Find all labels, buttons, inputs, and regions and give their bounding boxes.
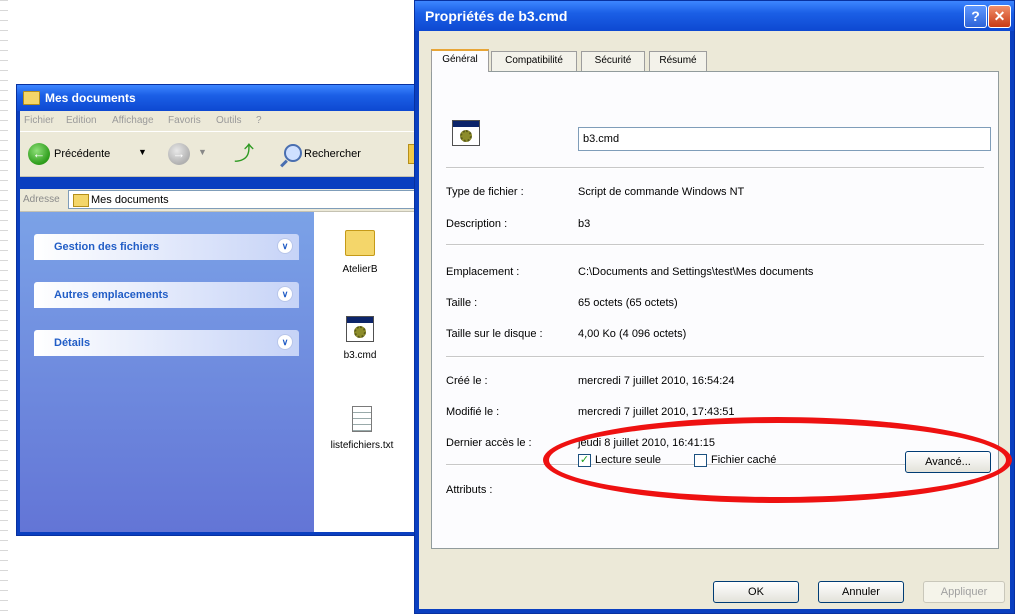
task-group-label: Détails [54,337,91,349]
created-label: Créé le : [446,375,488,387]
tab-compatibility[interactable]: Compatibilité [491,51,577,71]
cmd-file-icon [346,316,374,342]
forward-dropdown-icon[interactable]: ▼ [198,147,207,157]
properties-dialog: Propriétés de b3.cmd ? ✕ Général Compati… [414,0,1015,614]
address-value: Mes documents [91,194,169,206]
read-only-checkbox[interactable]: ✓ [578,454,591,467]
modified-label: Modifié le : [446,406,500,418]
menu-affichage[interactable]: Affichage [112,115,154,126]
explorer-title: Mes documents [45,91,136,105]
close-icon[interactable]: ✕ [988,5,1011,28]
separator [446,356,984,358]
folder-icon [23,91,40,105]
advanced-button[interactable]: Avancé... [905,451,991,473]
attributes-label: Attributs : [446,484,493,496]
description-value: b3 [578,218,591,230]
ok-button[interactable]: OK [713,581,799,603]
explorer-body: Gestion des fichiers ∨ Autres emplacemen… [20,212,435,532]
back-button-label[interactable]: Précédente [54,148,110,160]
dialog-client: Général Compatibilité Sécurité Résumé b3… [419,31,1010,609]
file-name: listefichiers.txt [330,440,394,451]
type-label: Type de fichier : [446,186,524,198]
hidden-label[interactable]: Fichier caché [711,454,776,466]
explorer-window: Mes documents Fichier Edition Affichage … [16,84,436,536]
read-only-label[interactable]: Lecture seule [595,454,661,466]
tab-panel-general: b3.cmd Type de fichier : Script de comma… [431,71,999,549]
address-field[interactable]: Mes documents [68,190,435,209]
chevron-down-icon[interactable]: ∨ [277,334,293,350]
created-value: mercredi 7 juillet 2010, 16:54:24 [578,375,735,387]
accessed-value: jeudi 8 juillet 2010, 16:41:15 [578,437,715,449]
explorer-toolbar: ← Précédente ▼ → ▼ ⤴ Rechercher [20,131,435,177]
separator [446,244,984,246]
tab-security[interactable]: Sécurité [581,51,645,71]
size-value: 65 octets (65 octets) [578,297,678,309]
folder-icon [345,230,375,256]
dialog-title-bar[interactable]: Propriétés de b3.cmd ? ✕ [415,1,1014,31]
menu-help[interactable]: ? [256,115,262,126]
menu-fichier[interactable]: Fichier [24,115,54,126]
address-label: Adresse [23,194,60,205]
apply-button[interactable]: Appliquer [923,581,1005,603]
cmd-file-icon [452,120,480,146]
file-name: AtelierB [342,264,378,275]
task-group-label: Gestion des fichiers [54,241,160,253]
modified-value: mercredi 7 juillet 2010, 17:43:51 [578,406,735,418]
tab-summary[interactable]: Résumé [649,51,707,71]
task-group-details[interactable]: Détails ∨ [34,330,299,356]
task-group-file-management[interactable]: Gestion des fichiers ∨ [34,234,299,260]
file-item-atelierb[interactable]: AtelierB [330,230,390,275]
folder-up-icon[interactable]: ⤴ [232,142,256,166]
location-label: Emplacement : [446,266,520,278]
file-name: b3.cmd [343,350,377,361]
task-group-label: Autres emplacements [54,289,169,301]
file-type-icon [452,120,480,146]
file-item-listefichiers[interactable]: listefichiers.txt [312,406,412,451]
file-name-field[interactable]: b3.cmd [578,127,991,151]
task-pane: Gestion des fichiers ∨ Autres emplacemen… [20,212,314,532]
back-dropdown-icon[interactable]: ▼ [138,147,147,157]
help-icon[interactable]: ? [964,5,987,28]
task-group-other-places[interactable]: Autres emplacements ∨ [34,282,299,308]
explorer-title-bar[interactable]: Mes documents [17,85,435,111]
back-arrow-icon[interactable]: ← [28,143,50,165]
accessed-label: Dernier accès le : [446,437,532,449]
size-label: Taille : [446,297,478,309]
dialog-title: Propriétés de b3.cmd [425,8,568,24]
search-icon[interactable] [284,144,302,162]
size-on-disk-label: Taille sur le disque : [446,328,543,340]
address-folder-icon [73,194,89,207]
description-label: Description : [446,218,508,230]
chevron-down-icon[interactable]: ∨ [277,238,293,254]
explorer-menu-bar: Fichier Edition Affichage Favoris Outils… [20,111,435,131]
location-value: C:\Documents and Settings\test\Mes docum… [578,266,814,278]
file-name-value: b3.cmd [583,133,620,145]
page-edge-decoration [0,0,8,614]
search-button-label[interactable]: Rechercher [304,148,361,160]
hidden-checkbox[interactable] [694,454,707,467]
type-value: Script de commande Windows NT [578,186,745,198]
separator [446,167,984,169]
tab-general[interactable]: Général [431,49,489,72]
menu-outils[interactable]: Outils [216,115,242,126]
cancel-button[interactable]: Annuler [818,581,904,603]
file-item-b3-cmd[interactable]: b3.cmd [330,316,390,361]
chevron-down-icon[interactable]: ∨ [277,286,293,302]
forward-arrow-icon[interactable]: → [168,143,190,165]
menu-favoris[interactable]: Favoris [168,115,201,126]
size-on-disk-value: 4,00 Ko (4 096 octets) [578,328,687,340]
text-file-icon [352,406,372,432]
menu-edition[interactable]: Edition [66,115,97,126]
address-bar: Adresse Mes documents [20,189,435,212]
